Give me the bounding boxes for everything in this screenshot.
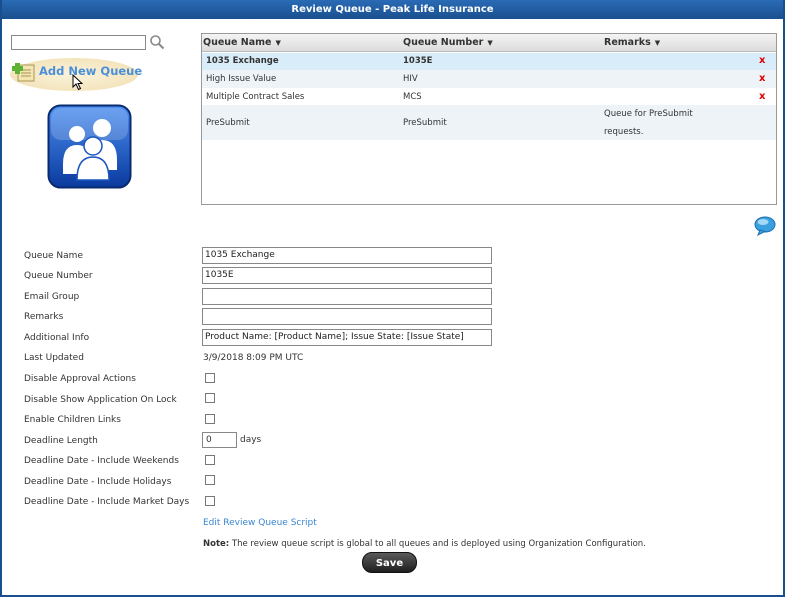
include-holidays-checkbox[interactable]: [205, 475, 215, 485]
label-include-market-days: Deadline Date - Include Market Days: [24, 497, 190, 507]
label-remarks: Remarks: [24, 312, 64, 322]
add-new-queue-label[interactable]: Add New Queue: [39, 64, 142, 78]
sort-arrow-icon[interactable]: ▼: [487, 39, 492, 47]
app-window: Review Queue - Peak Life Insurance Add N…: [0, 0, 785, 597]
delete-icon[interactable]: x: [759, 91, 765, 102]
label-email-group: Email Group: [24, 292, 80, 302]
chat-bubble-icon[interactable]: [754, 216, 776, 236]
table-row[interactable]: High Issue Value HIV x: [202, 70, 776, 88]
note-label: Note:: [203, 539, 230, 549]
users-icon: [47, 104, 132, 189]
row-queue-name: High Issue Value: [206, 74, 277, 84]
queue-name-field[interactable]: 1035 Exchange: [202, 247, 492, 264]
label-disable-approval: Disable Approval Actions: [24, 374, 136, 384]
enable-children-links-checkbox[interactable]: [205, 414, 215, 424]
table-row[interactable]: PreSubmit PreSubmit Queue for PreSubmit …: [202, 105, 776, 140]
deadline-length-field[interactable]: 0: [202, 432, 237, 448]
label-disable-show-application: Disable Show Application On Lock: [24, 395, 177, 405]
queue-grid: Queue Name ▼ Queue Number ▼ Remarks ▼ 1035 …: [201, 33, 777, 205]
column-header-remarks[interactable]: Remarks ▼: [604, 34, 660, 52]
include-market-days-checkbox[interactable]: [205, 496, 215, 506]
delete-icon[interactable]: x: [759, 55, 765, 66]
row-queue-number: 1035E: [403, 56, 433, 66]
sort-arrow-icon[interactable]: ▼: [655, 39, 660, 47]
window-title: Review Queue - Peak Life Insurance: [2, 0, 783, 19]
email-group-field[interactable]: [202, 288, 492, 305]
row-remarks: Queue for PreSubmit: [604, 109, 693, 119]
disable-approval-checkbox[interactable]: [205, 373, 215, 383]
row-remarks: requests.: [604, 127, 644, 137]
remarks-field[interactable]: [202, 308, 492, 325]
row-queue-name: 1035 Exchange: [206, 56, 279, 66]
row-queue-number: MCS: [403, 92, 422, 102]
script-note: Note: The review queue script is global …: [203, 539, 646, 549]
delete-icon[interactable]: x: [759, 73, 765, 84]
row-queue-number: PreSubmit: [403, 118, 447, 128]
row-queue-name: Multiple Contract Sales: [206, 92, 305, 102]
label-last-updated: Last Updated: [24, 353, 84, 363]
table-row[interactable]: Multiple Contract Sales MCS x: [202, 88, 776, 105]
add-queue-icon[interactable]: [12, 61, 36, 83]
sort-arrow-icon[interactable]: ▼: [276, 39, 281, 47]
table-row[interactable]: 1035 Exchange 1035E x: [202, 53, 776, 70]
include-weekends-checkbox[interactable]: [205, 455, 215, 465]
mouse-pointer-icon: [72, 74, 84, 91]
label-additional-info: Additional Info: [24, 333, 90, 343]
edit-script-link[interactable]: Edit Review Queue Script: [203, 518, 317, 528]
disable-show-application-checkbox[interactable]: [205, 393, 215, 403]
label-queue-name: Queue Name: [24, 251, 83, 261]
additional-info-field[interactable]: Product Name: [Product Name]; Issue Stat…: [202, 329, 492, 346]
search-icon[interactable]: [149, 34, 165, 50]
label-include-weekends: Deadline Date - Include Weekends: [24, 456, 179, 466]
queue-number-field[interactable]: 1035E: [202, 267, 492, 284]
row-queue-number: HIV: [403, 74, 418, 84]
row-queue-name: PreSubmit: [206, 118, 250, 128]
last-updated-value: 3/9/2018 8:09 PM UTC: [203, 353, 304, 363]
save-button[interactable]: Save: [362, 552, 417, 573]
label-enable-children-links: Enable Children Links: [24, 415, 121, 425]
label-queue-number: Queue Number: [24, 271, 93, 281]
days-unit-label: days: [240, 435, 262, 445]
column-header-queue-number[interactable]: Queue Number ▼: [403, 34, 493, 52]
column-header-queue-name[interactable]: Queue Name ▼: [203, 34, 281, 52]
grid-header: Queue Name ▼ Queue Number ▼ Remarks ▼: [202, 34, 776, 52]
label-include-holidays: Deadline Date - Include Holidays: [24, 477, 172, 487]
label-deadline-length: Deadline Length: [24, 436, 98, 446]
search-input[interactable]: [11, 35, 146, 50]
note-text: The review queue script is global to all…: [231, 539, 646, 549]
